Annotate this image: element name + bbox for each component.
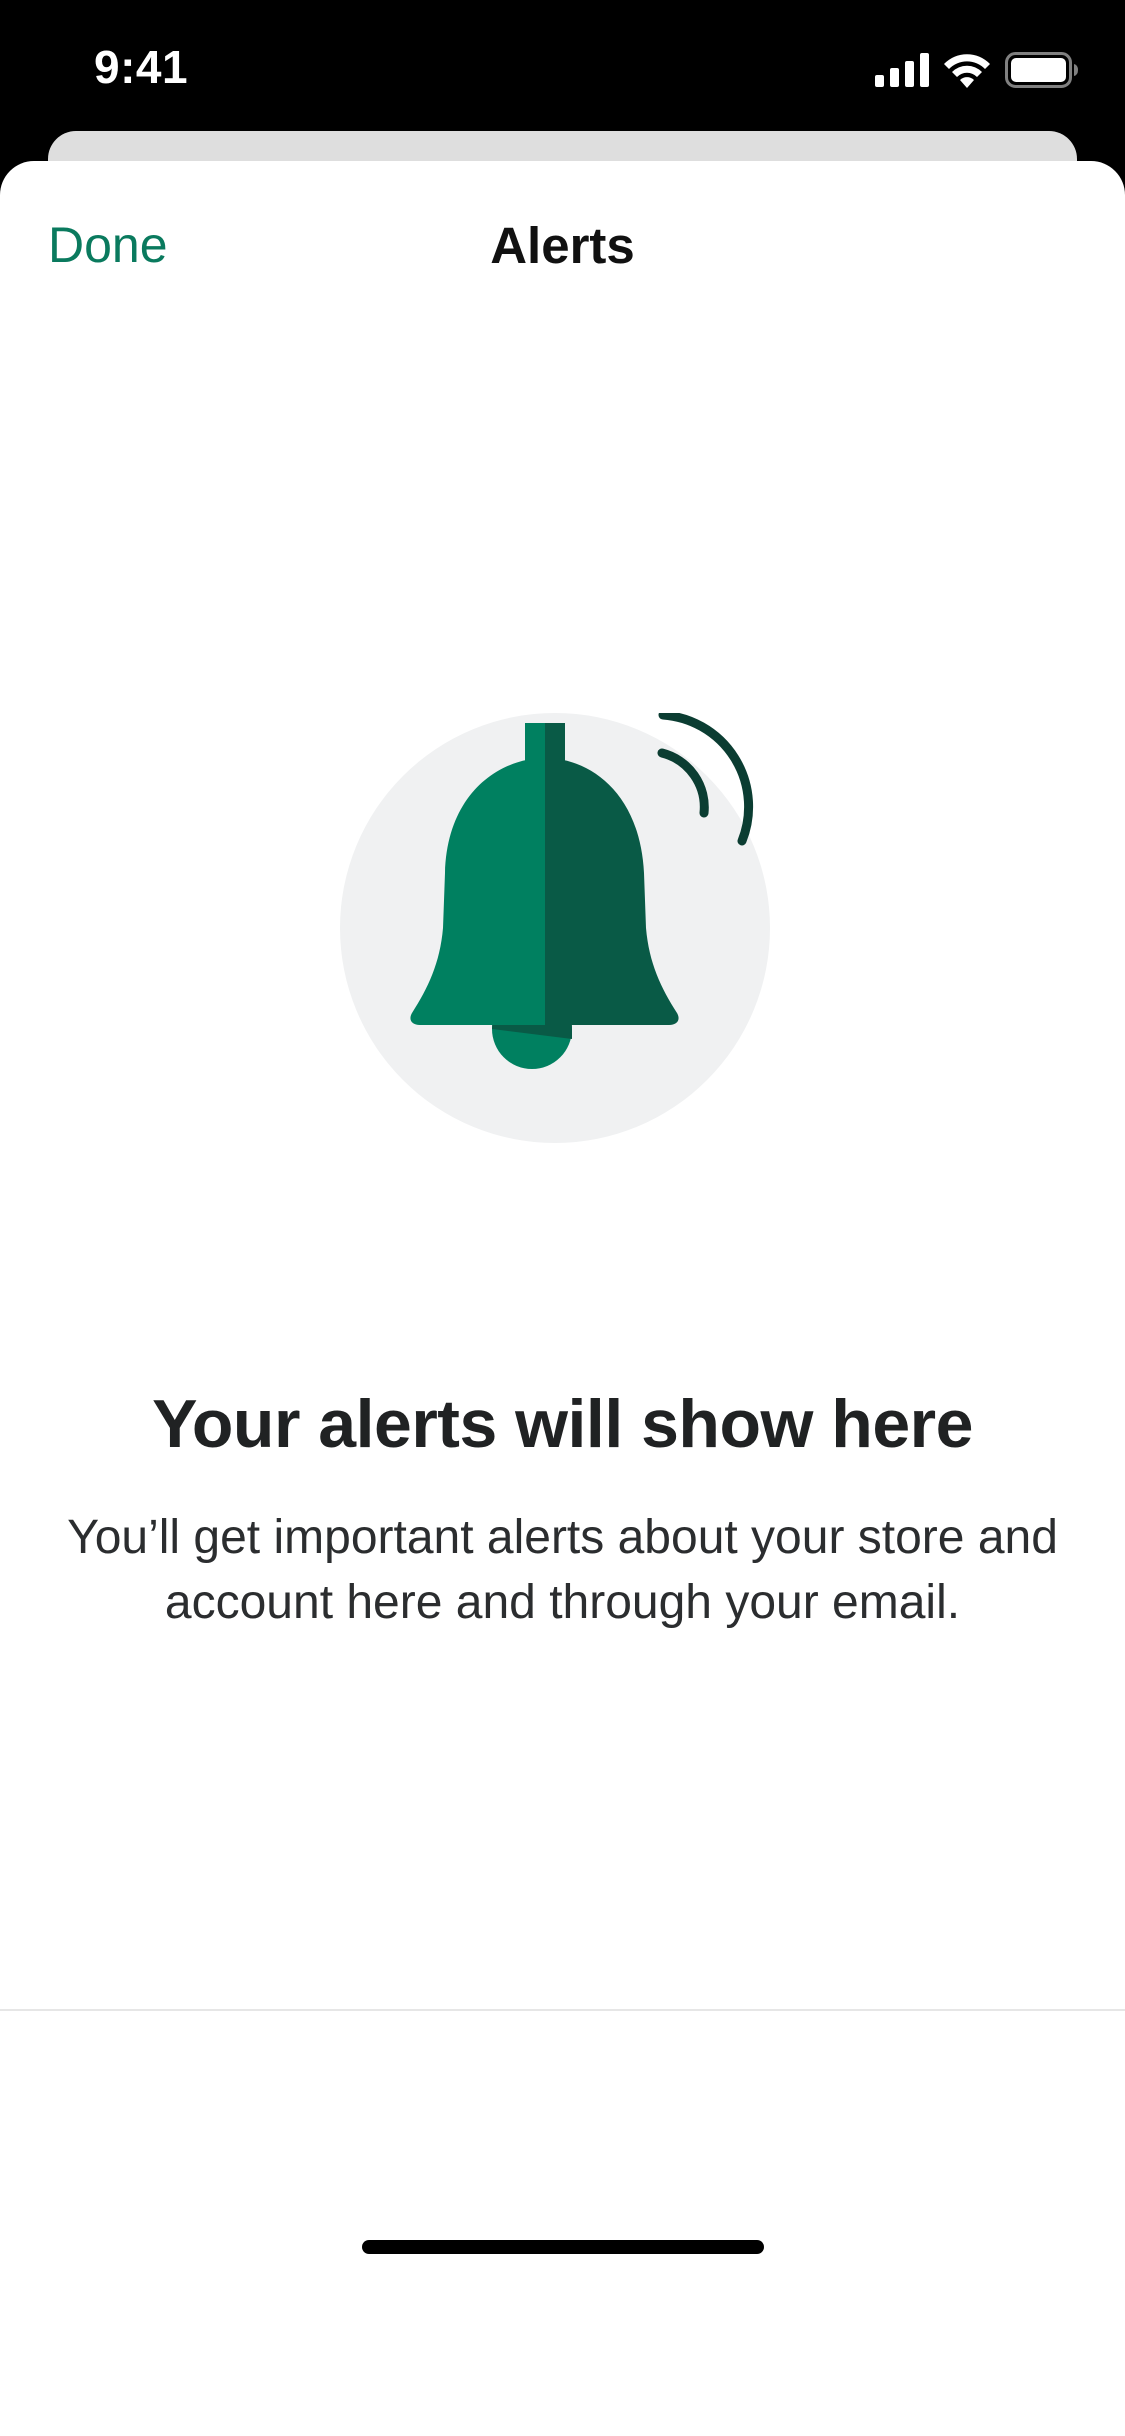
bottom-divider [0, 2009, 1125, 2011]
bell-knob-right [545, 723, 565, 765]
status-icons [875, 50, 1079, 90]
alerts-sheet: Done Alerts [0, 161, 1125, 2436]
ringing-bell-icon [340, 713, 770, 1143]
battery-icon [1005, 52, 1078, 88]
empty-state-title: Your alerts will show here [152, 1386, 973, 1462]
status-bar: 9:41 [0, 0, 1125, 135]
nav-bar: Done Alerts [0, 161, 1125, 331]
cellular-signal-icon [875, 53, 929, 87]
page-title: Alerts [490, 217, 635, 274]
home-indicator[interactable] [362, 2240, 764, 2254]
bell-knob-left [525, 723, 545, 765]
empty-state-description: You’ll get important alerts about your s… [67, 1511, 1058, 1629]
wifi-icon [944, 54, 990, 88]
status-time: 9:41 [94, 41, 189, 93]
